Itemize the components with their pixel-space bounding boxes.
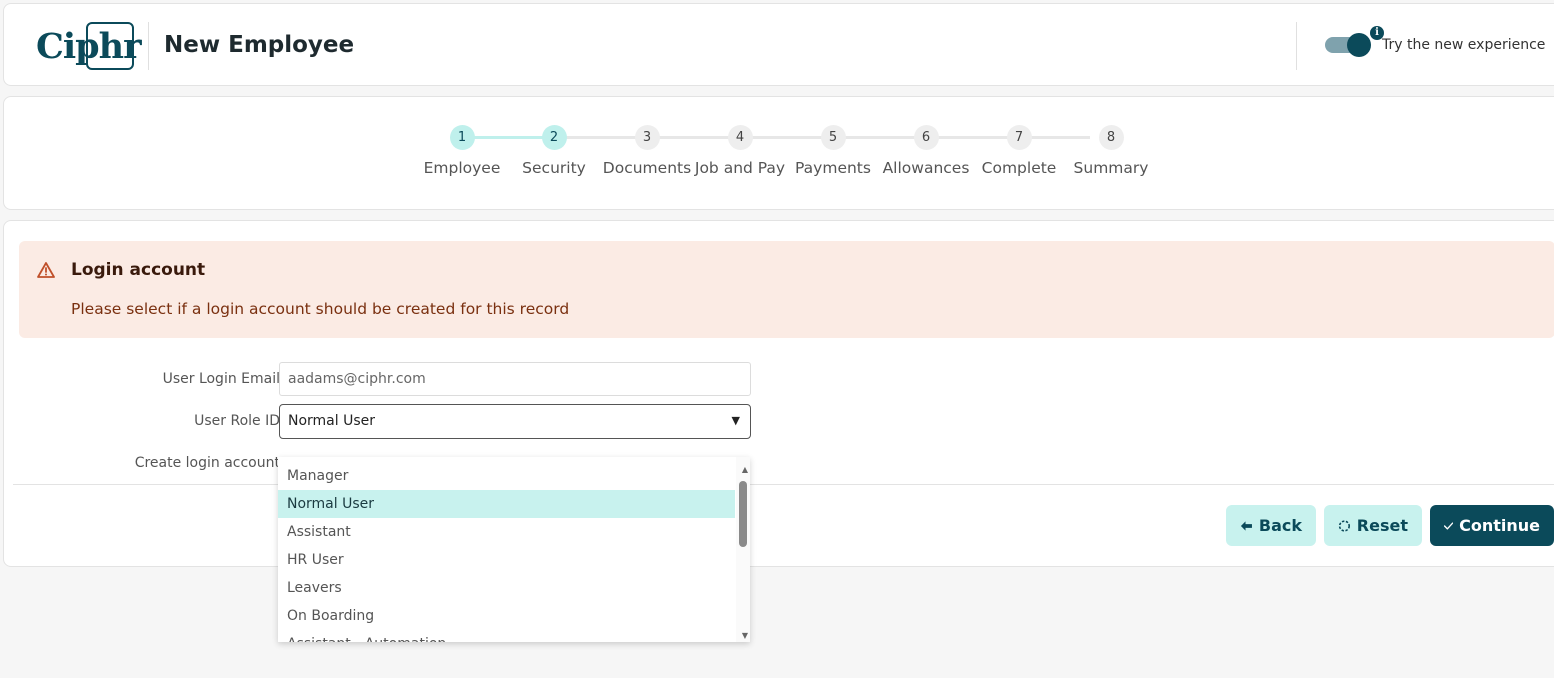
step-label: Allowances (882, 159, 970, 177)
warning-triangle-icon (37, 262, 55, 278)
email-label: User Login Email (162, 371, 280, 387)
login-account-alert: Login account Please select if a login a… (19, 241, 1554, 338)
alert-title: Login account (71, 260, 206, 280)
page-title: New Employee (164, 32, 355, 58)
new-experience-toggle[interactable] (1325, 33, 1371, 57)
toggle-knob (1347, 33, 1371, 57)
checkmark-icon (1444, 521, 1454, 530)
continue-button[interactable]: Continue (1430, 505, 1554, 546)
step-number: 8 (1098, 125, 1124, 150)
scroll-up-icon[interactable]: ▲ (742, 465, 748, 474)
step-label: Employee (423, 159, 501, 177)
logo-text: Ciphr (36, 26, 142, 67)
step-number: 1 (449, 125, 475, 150)
ciphr-logo[interactable]: Ciphr (36, 22, 142, 72)
scroll-down-icon[interactable]: ▼ (742, 631, 748, 640)
step-label: Documents (602, 159, 692, 177)
create-login-label: Create login account (134, 455, 280, 471)
user-role-select[interactable]: Normal User ▼ (279, 404, 751, 439)
step-documents[interactable]: 3 Documents (597, 125, 697, 177)
step-employee[interactable]: 1 Employee (412, 125, 512, 177)
step-job-and-pay[interactable]: 4 Job and Pay (690, 125, 790, 177)
form-divider (13, 484, 1554, 485)
select-value: Normal User (288, 413, 376, 429)
header-divider-right (1296, 22, 1297, 70)
continue-label: Continue (1459, 516, 1540, 535)
user-role-dropdown-list[interactable]: Manager Normal User Assistant HR User Le… (278, 457, 750, 642)
reset-button[interactable]: Reset (1324, 505, 1422, 546)
step-label: Payments (795, 159, 871, 177)
step-number: 5 (820, 125, 846, 150)
arrow-left-icon (1240, 520, 1252, 531)
dropdown-option-assistant[interactable]: Assistant (278, 518, 735, 546)
dropdown-option-hr-user[interactable]: HR User (278, 546, 735, 574)
step-number: 2 (541, 125, 567, 150)
step-number: 7 (1006, 125, 1032, 150)
dropdown-option-on-boarding[interactable]: On Boarding (278, 602, 735, 630)
caret-down-icon: ▼ (731, 414, 740, 427)
step-label: Complete (981, 159, 1057, 177)
step-payments[interactable]: 5 Payments (783, 125, 883, 177)
user-login-email-input[interactable] (279, 362, 751, 396)
alert-message: Please select if a login account should … (71, 300, 570, 318)
step-summary[interactable]: 8 Summary (1061, 125, 1161, 177)
dropdown-option-normal-user[interactable]: Normal User (278, 490, 735, 518)
step-number: 6 (913, 125, 939, 150)
dropdown-option-leavers[interactable]: Leavers (278, 574, 735, 602)
reset-label: Reset (1356, 516, 1408, 535)
role-label: User Role ID (194, 413, 280, 429)
step-security[interactable]: 2 Security (504, 125, 604, 177)
step-label: Job and Pay (694, 159, 786, 177)
back-label: Back (1258, 516, 1302, 535)
security-form-card: Login account Please select if a login a… (3, 220, 1554, 567)
step-number: 3 (634, 125, 660, 150)
scrollbar-thumb[interactable] (739, 481, 747, 547)
reset-spinner-icon (1338, 519, 1350, 532)
step-label: Security (522, 159, 586, 177)
header-divider (148, 22, 149, 70)
dropdown-scrollbar[interactable]: ▲ ▼ (736, 457, 750, 642)
step-number: 4 (727, 125, 753, 150)
header-bar: Ciphr New Employee i Try the new experie… (3, 3, 1554, 86)
dropdown-option-assistant-automation[interactable]: Assistant - Automation (278, 630, 735, 642)
step-complete[interactable]: 7 Complete (969, 125, 1069, 177)
step-label: Summary (1073, 159, 1149, 177)
dropdown-option-manager[interactable]: Manager (278, 462, 735, 490)
toggle-label: Try the new experience (1382, 37, 1546, 53)
wizard-stepper: 1 Employee 2 Security 3 Documents 4 Job … (3, 96, 1554, 210)
step-allowances[interactable]: 6 Allowances (876, 125, 976, 177)
back-button[interactable]: Back (1226, 505, 1316, 546)
